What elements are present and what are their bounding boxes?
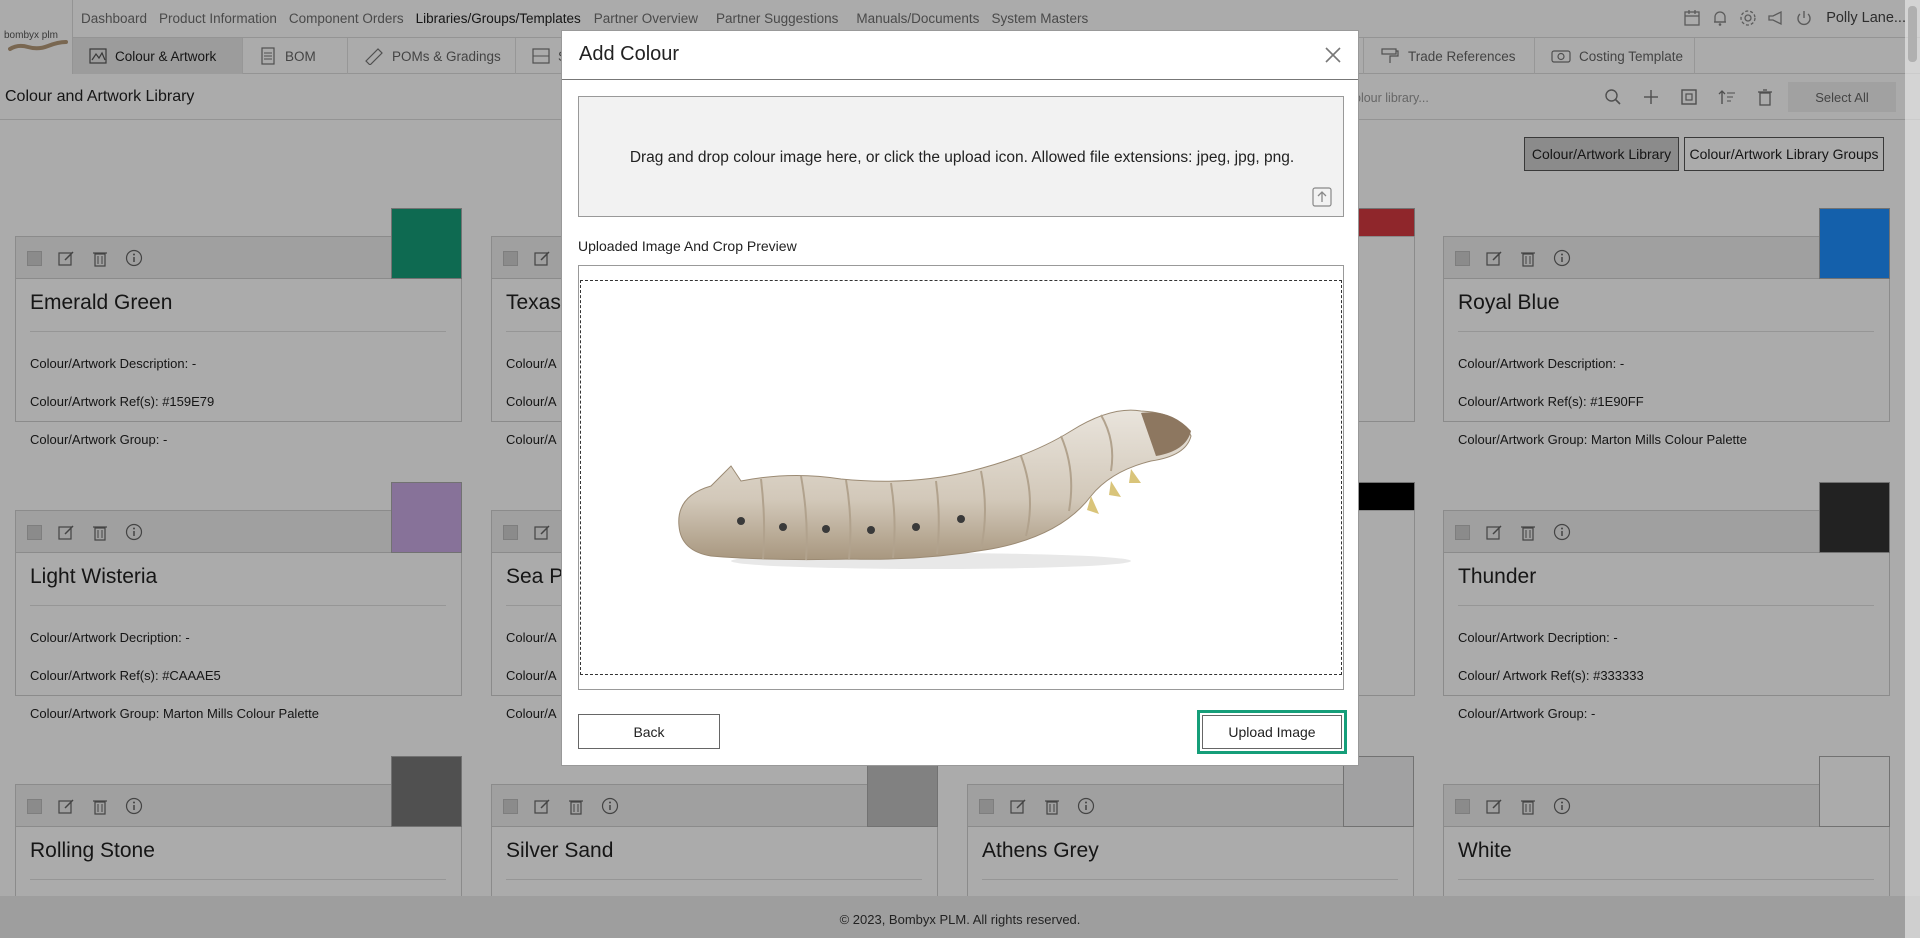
add-colour-dialog: Add Colour Drag and drop colour image he… [561,30,1359,766]
uploaded-silkworm-image [678,409,1192,569]
dropzone-instructions: Drag and drop colour image here, or clic… [629,149,1295,166]
back-button[interactable]: Back [578,714,720,749]
close-icon[interactable] [1322,44,1344,66]
preview-label: Uploaded Image And Crop Preview [578,238,797,254]
crop-preview [578,265,1344,690]
scrollbar-thumb[interactable] [1908,6,1917,62]
upload-button-focus-ring: Upload Image [1197,710,1347,754]
dialog-header: Add Colour [562,31,1358,80]
dialog-title: Add Colour [579,43,680,65]
upload-image-button[interactable]: Upload Image [1202,715,1342,749]
image-dropzone[interactable]: Drag and drop colour image here, or clic… [578,96,1344,217]
page-scrollbar[interactable] [1905,0,1920,938]
crop-selection-box[interactable] [580,280,1342,675]
upload-icon[interactable] [1311,186,1333,208]
